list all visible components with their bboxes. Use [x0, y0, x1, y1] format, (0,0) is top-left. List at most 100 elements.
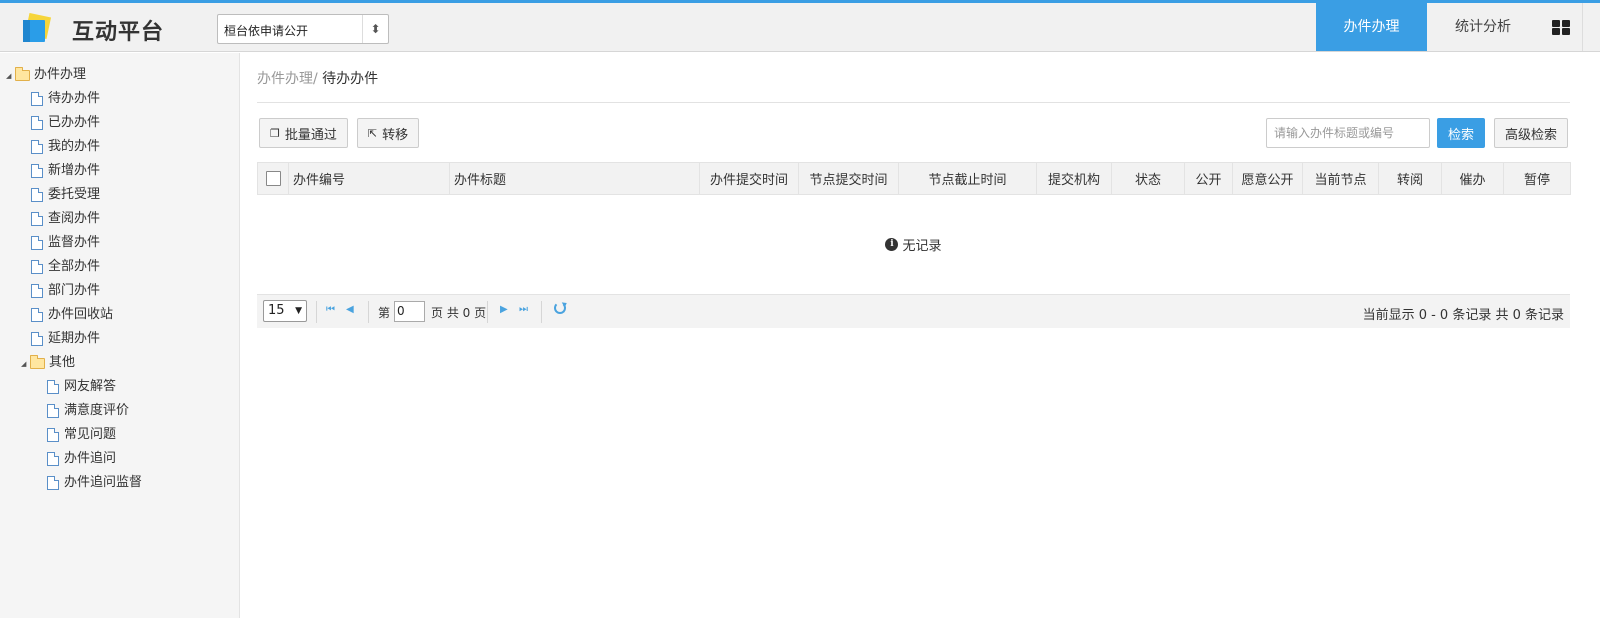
col-submit-org[interactable]: 提交机构 [1036, 162, 1112, 195]
page-suffix: 页 共 0 页 [431, 306, 487, 320]
sidebar-item-satisfaction[interactable]: 满意度评价 [0, 399, 239, 423]
search-input[interactable] [1266, 118, 1430, 148]
sidebar-item-label: 办件回收站 [48, 307, 114, 322]
document-icon [31, 260, 43, 274]
document-icon [31, 236, 43, 250]
document-icon [31, 284, 43, 298]
org-select-value: 桓台依申请公开 [224, 24, 309, 38]
page-prefix: 第 [378, 306, 391, 320]
chevron-down-icon: ▼ [295, 306, 302, 316]
prev-page-icon[interactable]: ◀ [346, 304, 354, 315]
col-forward-read[interactable]: 转阅 [1378, 162, 1442, 195]
document-icon [47, 404, 59, 418]
document-icon [31, 188, 43, 202]
share-icon: ⇱ [367, 126, 378, 140]
sidebar-item-label: 办件追问 [64, 451, 117, 466]
sidebar-tree: ◢ 办件办理 待办办件 已办办件 我的办件 新增办件 委托受理 查阅办件 监督办… [0, 53, 240, 618]
document-icon [31, 116, 43, 130]
sidebar-item-done[interactable]: 已办办件 [0, 111, 239, 135]
col-willing-public[interactable]: 愿意公开 [1232, 162, 1303, 195]
document-icon [31, 308, 43, 322]
empty-state: i 无记录 [257, 194, 1570, 294]
folder-icon [15, 66, 30, 81]
select-all-cell [257, 162, 289, 195]
sidebar-item-netizen-answer[interactable]: 网友解答 [0, 375, 239, 399]
search-button[interactable]: 检索 [1437, 118, 1485, 148]
transfer-button[interactable]: ⇱ 转移 [357, 118, 419, 148]
sidebar-item-follow-up-supervise[interactable]: 办件追问监督 [0, 471, 239, 495]
org-select[interactable]: 桓台依申请公开 ⬍ [217, 14, 389, 44]
document-icon [47, 476, 59, 490]
sidebar-item-label: 委托受理 [48, 187, 101, 202]
col-node-deadline[interactable]: 节点截止时间 [898, 162, 1037, 195]
sidebar-item-label: 办件追问监督 [64, 475, 143, 490]
first-page-icon[interactable]: ⏮ [326, 304, 335, 315]
sidebar-item-extended[interactable]: 延期办件 [0, 327, 239, 351]
expand-triangle-icon[interactable]: ◢ [21, 352, 30, 376]
next-page-icon[interactable]: ▶ [500, 304, 508, 315]
breadcrumb-current: 待办办件 [322, 71, 379, 87]
sidebar-item-follow-up[interactable]: 办件追问 [0, 447, 239, 471]
app-grid-button[interactable] [1539, 3, 1583, 51]
nav-tab-statistics[interactable]: 统计分析 [1427, 3, 1539, 51]
page-size-value: 15 [268, 303, 285, 318]
sidebar-item-faq[interactable]: 常见问题 [0, 423, 239, 447]
sidebar-item-review[interactable]: 查阅办件 [0, 207, 239, 231]
col-pause[interactable]: 暂停 [1503, 162, 1571, 195]
select-all-checkbox[interactable] [265, 171, 281, 186]
sidebar-item-label: 查阅办件 [48, 211, 101, 226]
sidebar-item-new[interactable]: 新增办件 [0, 159, 239, 183]
sidebar-item-supervise[interactable]: 监督办件 [0, 231, 239, 255]
document-icon [47, 380, 59, 394]
col-urge[interactable]: 催办 [1441, 162, 1504, 195]
tree-folder-other[interactable]: ◢ 其他 [0, 351, 239, 375]
refresh-icon[interactable] [554, 302, 566, 314]
col-case-number[interactable]: 办件编号 [288, 162, 450, 195]
tree-folder-case-handling[interactable]: ◢ 办件办理 [0, 63, 239, 87]
brand-title: 互动平台 [72, 20, 165, 45]
batch-approve-label: 批量通过 [284, 127, 337, 143]
divider [257, 102, 1570, 103]
sidebar-item-all[interactable]: 全部办件 [0, 255, 239, 279]
record-summary: 当前显示 0 - 0 条记录 共 0 条记录 [1362, 308, 1564, 323]
nav-tab-case-handling[interactable]: 办件办理 [1316, 3, 1427, 51]
document-icon [47, 428, 59, 442]
sidebar-item-mine[interactable]: 我的办件 [0, 135, 239, 159]
tree-folder-label: 其他 [49, 355, 76, 370]
document-icon [31, 332, 43, 346]
col-status[interactable]: 状态 [1111, 162, 1185, 195]
sidebar-item-label: 已办办件 [48, 115, 101, 130]
transfer-label: 转移 [382, 127, 409, 143]
document-icon [47, 452, 59, 466]
advanced-search-button[interactable]: 高级检索 [1494, 118, 1568, 148]
col-node-submit-time[interactable]: 节点提交时间 [798, 162, 899, 195]
sidebar-item-recycle[interactable]: 办件回收站 [0, 303, 239, 327]
pager-separator [487, 301, 488, 323]
sidebar-item-label: 网友解答 [64, 379, 117, 394]
page-number-input[interactable]: 0 [394, 301, 425, 322]
document-icon [31, 140, 43, 154]
sidebar-item-pending[interactable]: 待办办件 [0, 87, 239, 111]
col-current-node[interactable]: 当前节点 [1302, 162, 1379, 195]
breadcrumb: 办件办理/ 待办办件 [257, 68, 378, 88]
document-icon [31, 92, 43, 106]
document-icon [31, 212, 43, 226]
sidebar-item-label: 监督办件 [48, 235, 101, 250]
page-size-select[interactable]: 15 ▼ [263, 300, 307, 322]
col-submit-time[interactable]: 办件提交时间 [699, 162, 799, 195]
case-table: 办件编号 办件标题 办件提交时间 节点提交时间 节点截止时间 提交机构 状态 公… [257, 162, 1571, 195]
sidebar-item-label: 待办办件 [48, 91, 101, 106]
batch-approve-button[interactable]: ❐ 批量通过 [259, 118, 348, 148]
sidebar-item-department[interactable]: 部门办件 [0, 279, 239, 303]
document-icon [31, 164, 43, 178]
sidebar-item-label: 满意度评价 [64, 403, 130, 418]
logo-icon [23, 13, 52, 42]
sidebar-item-entrusted[interactable]: 委托受理 [0, 183, 239, 207]
breadcrumb-parent[interactable]: 办件办理/ [257, 71, 318, 87]
expand-triangle-icon[interactable]: ◢ [6, 64, 15, 88]
col-public[interactable]: 公开 [1184, 162, 1233, 195]
table-header-row: 办件编号 办件标题 办件提交时间 节点提交时间 节点截止时间 提交机构 状态 公… [257, 162, 1571, 195]
last-page-icon[interactable]: ⏭ [519, 304, 528, 315]
col-case-title[interactable]: 办件标题 [449, 162, 700, 195]
sidebar-item-label: 全部办件 [48, 259, 101, 274]
